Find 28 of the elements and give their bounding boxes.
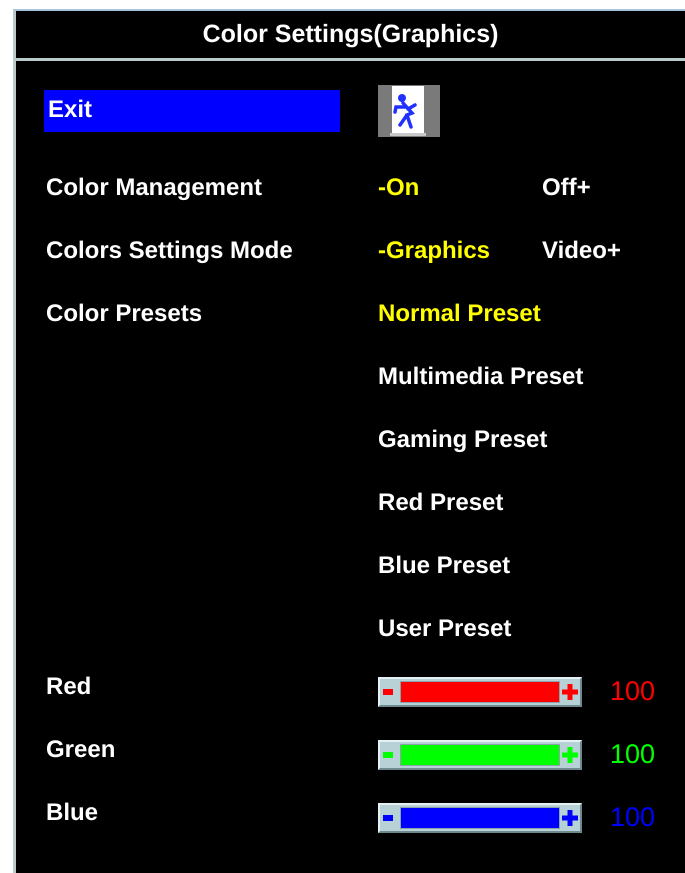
option-value[interactable]: -On bbox=[378, 174, 542, 202]
preset-option[interactable]: User Preset bbox=[378, 614, 512, 642]
preset-option[interactable]: Normal Preset bbox=[378, 300, 541, 328]
option-value[interactable]: Video+ bbox=[542, 236, 621, 264]
minus-icon bbox=[383, 752, 393, 758]
minus-icon bbox=[383, 688, 393, 694]
slider-value: 100 bbox=[610, 676, 656, 707]
preset-option[interactable]: Multimedia Preset bbox=[378, 362, 584, 390]
plus-icon bbox=[562, 746, 578, 762]
slider-label: Blue bbox=[45, 798, 98, 826]
slider-value: 100 bbox=[610, 739, 656, 770]
slider-label: Red bbox=[45, 672, 92, 700]
option-value[interactable]: -Graphics bbox=[378, 236, 542, 264]
slider-value: 100 bbox=[610, 802, 656, 833]
minus-icon bbox=[383, 814, 393, 820]
slider-label: Green bbox=[45, 736, 116, 764]
menu-item[interactable]: Color Presets bbox=[44, 300, 202, 328]
exit-door-icon bbox=[378, 84, 440, 136]
menu-item[interactable]: Colors Settings Mode bbox=[44, 236, 293, 264]
exit-menu-item[interactable]: Exit bbox=[44, 90, 340, 132]
plus-icon bbox=[562, 684, 578, 700]
preset-option[interactable]: Gaming Preset bbox=[378, 426, 548, 454]
option-value[interactable]: Off+ bbox=[542, 174, 591, 202]
plus-icon bbox=[562, 810, 578, 826]
menu-title: Color Settings(Graphics) bbox=[202, 20, 498, 49]
preset-option[interactable]: Blue Preset bbox=[378, 552, 510, 580]
menu-item[interactable]: Color Management bbox=[44, 174, 262, 202]
preset-option[interactable]: Red Preset bbox=[378, 488, 504, 516]
